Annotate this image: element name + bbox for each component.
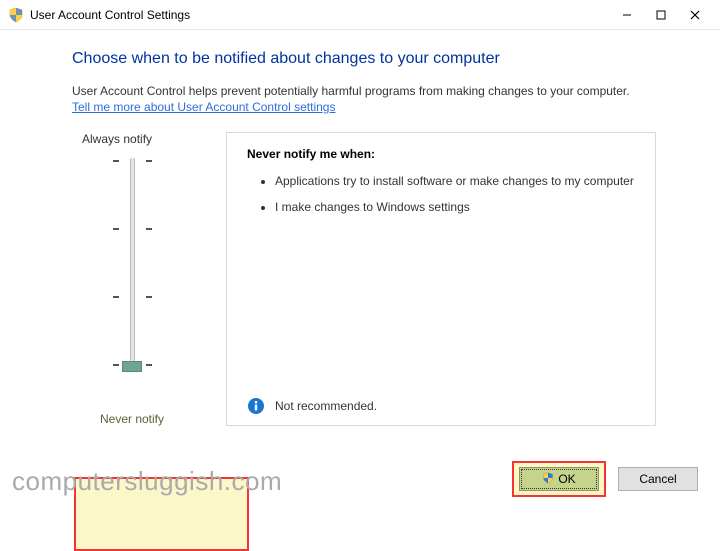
info-bullet-item: Applications try to install software or …: [275, 173, 635, 189]
window-controls: [610, 1, 712, 29]
cancel-button[interactable]: Cancel: [618, 467, 698, 491]
highlight-box-ok: OK: [512, 461, 606, 497]
shield-icon: [8, 7, 24, 23]
shield-icon: [542, 472, 554, 487]
cancel-button-label: Cancel: [639, 472, 676, 486]
notification-slider[interactable]: [130, 158, 135, 368]
main-area: Always notify Never notify Never notify …: [72, 132, 672, 426]
window-title: User Account Control Settings: [30, 8, 190, 22]
recommendation-text: Not recommended.: [275, 399, 377, 413]
slider-thumb[interactable]: [122, 361, 142, 372]
slider-top-label: Always notify: [82, 132, 192, 146]
watermark-text: computersluggish.com: [12, 466, 282, 497]
footer-buttons: OK Cancel: [512, 461, 698, 497]
info-panel: Never notify me when: Applications try t…: [226, 132, 656, 426]
learn-more-link[interactable]: Tell me more about User Account Control …: [72, 100, 335, 114]
maximize-button[interactable]: [644, 1, 678, 29]
slider-bottom-label: Never notify: [72, 412, 192, 426]
info-bullet-item: I make changes to Windows settings: [275, 199, 635, 215]
page-heading: Choose when to be notified about changes…: [72, 50, 672, 68]
titlebar: User Account Control Settings: [0, 0, 720, 30]
ok-button-label: OK: [558, 472, 575, 486]
ok-button[interactable]: OK: [519, 467, 599, 491]
content-area: Choose when to be notified about changes…: [0, 30, 720, 436]
recommendation-row: Not recommended.: [247, 397, 377, 415]
slider-track-wrap: [72, 158, 192, 380]
close-button[interactable]: [678, 1, 712, 29]
info-panel-title: Never notify me when:: [247, 147, 635, 161]
minimize-button[interactable]: [610, 1, 644, 29]
slider-column: Always notify Never notify: [72, 132, 192, 426]
info-bullet-list: Applications try to install software or …: [247, 173, 635, 215]
page-subtext: User Account Control helps prevent poten…: [72, 84, 672, 98]
info-icon: [247, 397, 265, 415]
